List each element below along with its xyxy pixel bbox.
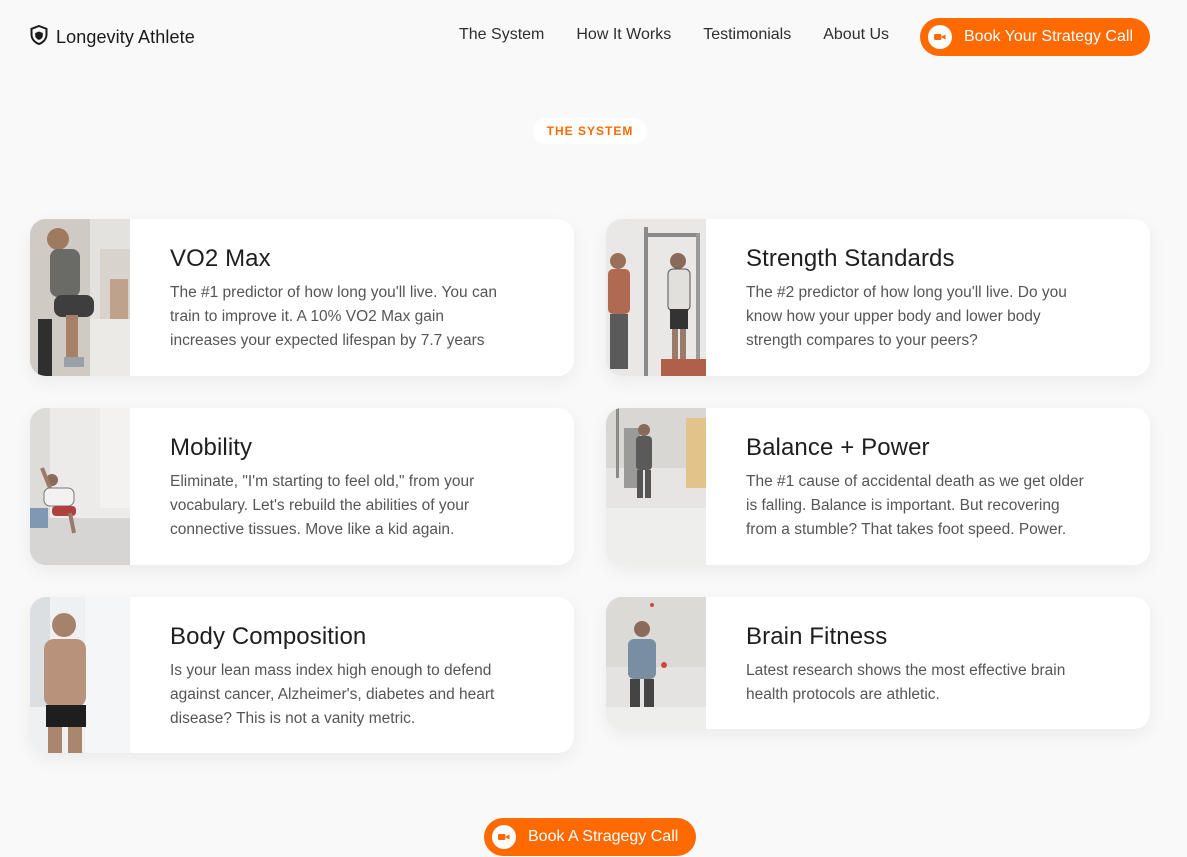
card-title: Body Composition	[170, 623, 367, 650]
mobility-photo	[30, 408, 130, 565]
book-strategy-call-label: Book Your Strategy Call	[964, 28, 1133, 45]
nav-link-how-it-works[interactable]: How It Works	[576, 26, 671, 44]
card-vo2-max[interactable]: VO2 Max The #1 predictor of how long you…	[30, 219, 574, 376]
video-camera-icon	[928, 25, 952, 49]
logo[interactable]: Longevity Athlete	[30, 24, 195, 50]
section-tag: THE SYSTEM	[533, 118, 647, 144]
strength-standards-photo	[606, 219, 706, 376]
brain-fitness-photo	[606, 597, 706, 729]
card-body-composition[interactable]: Body Composition Is your lean mass index…	[30, 597, 574, 753]
card-title: Strength Standards	[746, 245, 955, 272]
card-description: The #1 predictor of how long you'll live…	[170, 284, 497, 349]
card-title: Balance + Power	[746, 434, 930, 461]
card-description: Is your lean mass index high enough to d…	[170, 662, 495, 727]
vo2-max-photo	[30, 219, 130, 376]
card-balance-power[interactable]: Balance + Power The #1 cause of accident…	[606, 408, 1150, 565]
video-camera-icon	[492, 825, 516, 849]
shield-icon	[30, 24, 48, 50]
nav-link-the-system[interactable]: The System	[459, 26, 544, 44]
card-description: The #1 cause of accidental death as we g…	[746, 473, 1084, 538]
site-header: Longevity Athlete The System How It Work…	[0, 0, 1187, 74]
nav-link-testimonials[interactable]: Testimonials	[703, 26, 791, 44]
body-composition-photo	[30, 597, 130, 753]
balance-power-photo	[606, 408, 706, 565]
card-title: VO2 Max	[170, 245, 271, 272]
card-strength-standards[interactable]: Strength Standards The #2 predictor of h…	[606, 219, 1150, 376]
card-description: The #2 predictor of how long you'll live…	[746, 284, 1067, 349]
book-strategy-call-button[interactable]: Book Your Strategy Call	[920, 18, 1150, 56]
card-brain-fitness[interactable]: Brain Fitness Latest research shows the …	[606, 597, 1150, 729]
nav-link-about-us[interactable]: About Us	[823, 26, 889, 44]
book-a-strategy-call-button[interactable]: Book A Stragegy Call	[484, 818, 696, 856]
card-title: Mobility	[170, 434, 253, 461]
card-description: Latest research shows the most effective…	[746, 662, 1066, 703]
card-title: Brain Fitness	[746, 623, 888, 650]
card-description: Eliminate, "I'm starting to feel old," f…	[170, 473, 475, 538]
book-a-strategy-call-label: Book A Stragegy Call	[528, 828, 679, 845]
main-nav: The System How It Works Testimonials Abo…	[459, 26, 889, 44]
card-mobility[interactable]: Mobility Eliminate, "I'm starting to fee…	[30, 408, 574, 565]
logo-text: Longevity Athlete	[56, 26, 195, 47]
